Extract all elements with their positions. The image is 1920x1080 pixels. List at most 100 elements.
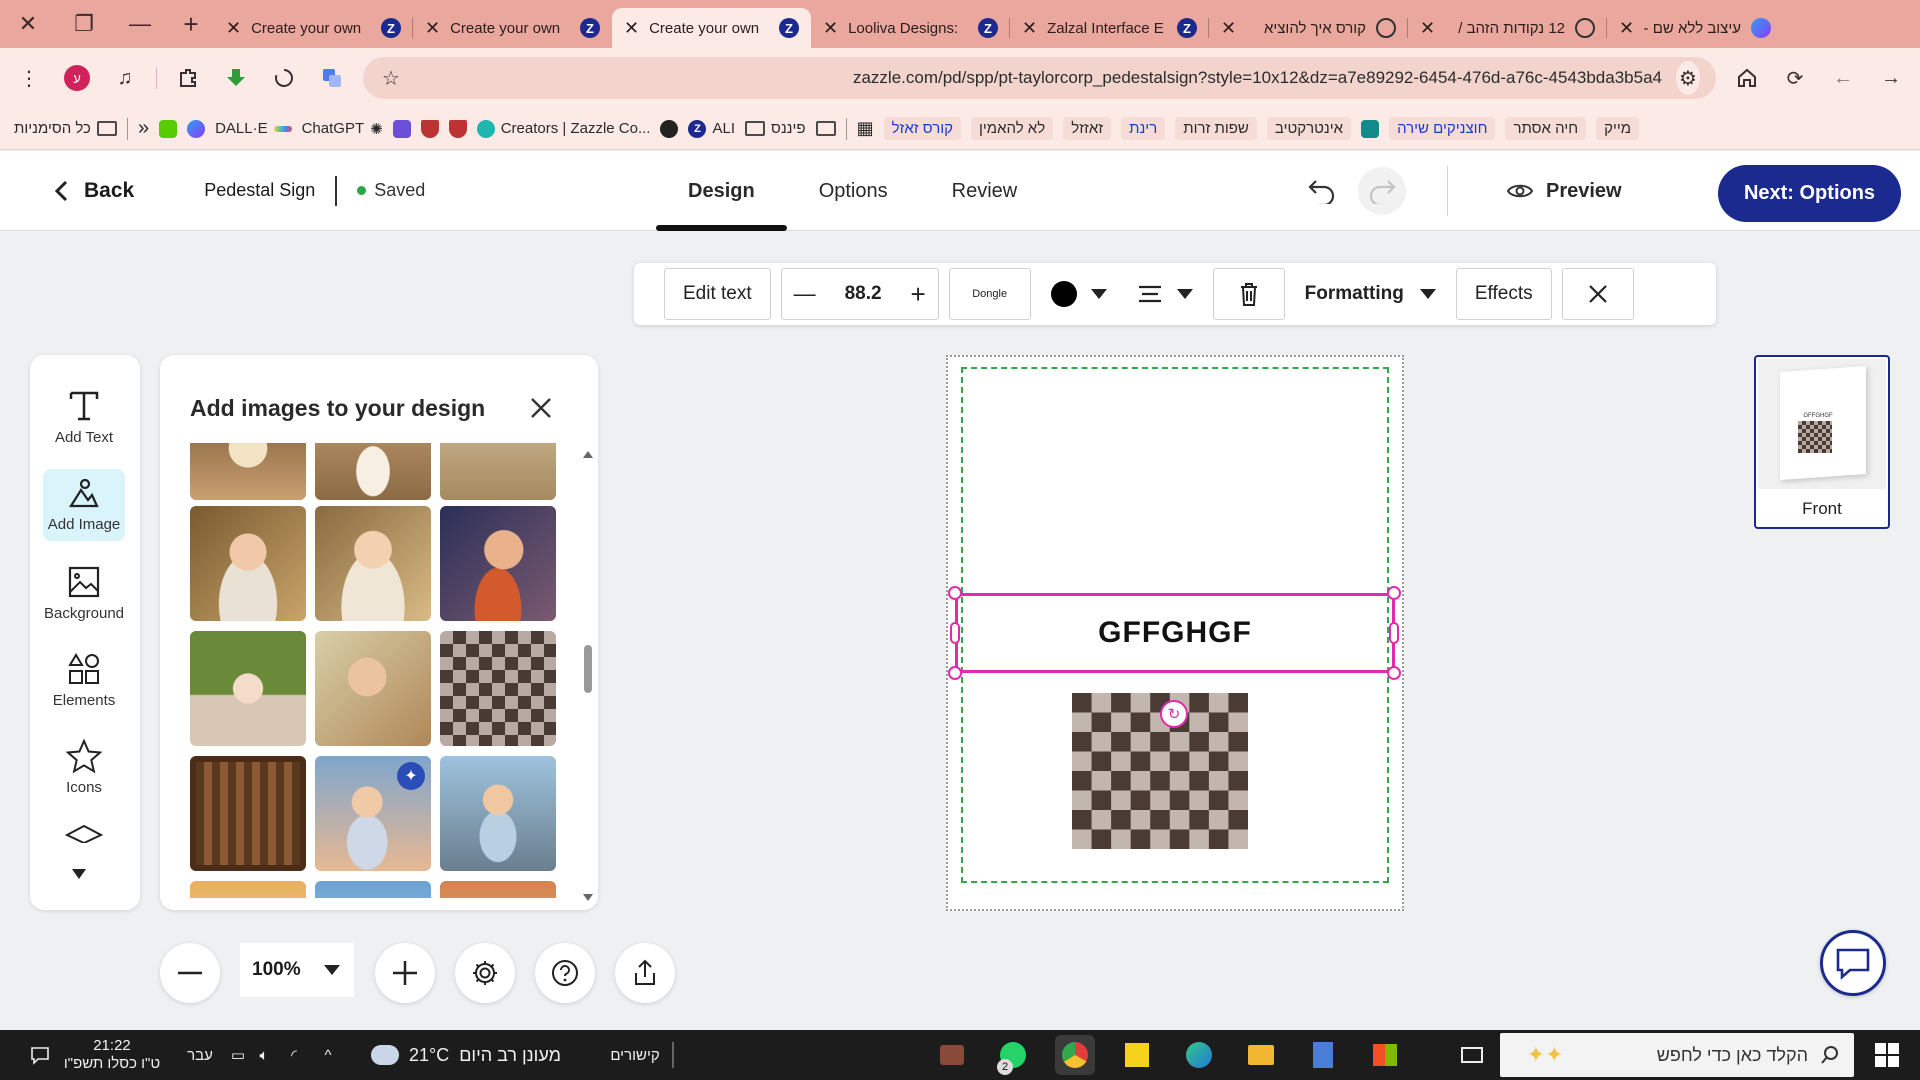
resize-handle[interactable] [948, 666, 962, 680]
settings-button[interactable] [455, 943, 515, 1003]
taskbar-app-sticky-notes[interactable] [1117, 1035, 1157, 1075]
layers-icon[interactable] [65, 823, 103, 843]
effects-button[interactable]: Effects [1455, 268, 1552, 320]
bookmark-finance-folder[interactable]: פיננס [745, 120, 806, 137]
close-icon[interactable] [530, 397, 552, 419]
image-thumbnail[interactable] [315, 443, 431, 500]
extensions-icon[interactable] [171, 61, 205, 95]
image-thumbnail[interactable] [440, 443, 556, 500]
browser-tab[interactable]: ✕ Create your own Z [214, 8, 413, 48]
battery-icon[interactable]: ▭ [226, 1030, 250, 1080]
bookmark-rinat[interactable]: רינת [1121, 117, 1166, 140]
media-control-icon[interactable]: ♫ [108, 61, 142, 95]
bookmark-teal[interactable] [1361, 119, 1380, 138]
bookmark-folder[interactable] [815, 121, 836, 136]
image-thumbnail[interactable] [190, 506, 306, 621]
bookmark-shield-1[interactable] [420, 119, 439, 138]
add-text-tool[interactable]: Add Text [43, 383, 125, 451]
window-close-icon[interactable]: ✕ [0, 0, 56, 48]
tab-close-icon[interactable]: ✕ [1022, 18, 1037, 39]
chevron-up-icon[interactable]: ^ [316, 1030, 340, 1080]
bookmark-creators[interactable]: Creators | Zazzle Co... [476, 119, 650, 138]
tab-close-icon[interactable]: ✕ [425, 18, 440, 39]
next-options-button[interactable]: Next: Options [1718, 165, 1901, 222]
delete-button[interactable] [1212, 268, 1285, 320]
download-icon[interactable] [219, 61, 253, 95]
bookmark-mike[interactable]: מייק [1596, 117, 1640, 140]
refresh-extension-icon[interactable] [267, 61, 301, 95]
redo-icon[interactable] [1358, 167, 1406, 215]
image-thumbnail[interactable] [315, 631, 431, 746]
tab-close-icon[interactable]: ✕ [1420, 18, 1435, 39]
weather-widget[interactable]: 21°C מעונן רב היום [366, 1030, 566, 1080]
resize-handle[interactable] [1387, 586, 1401, 600]
resize-handle[interactable] [948, 586, 962, 600]
selected-text-element[interactable]: GFFGHGF [955, 593, 1395, 673]
bookmark-canva[interactable] [187, 119, 206, 138]
scroll-up-icon[interactable] [582, 450, 594, 459]
formatting-button[interactable]: Formatting [1295, 268, 1446, 320]
browser-tab[interactable]: ✕ Zalzal Interface E Z [1010, 8, 1209, 48]
bookmark-course[interactable]: קורס זאזל [883, 117, 961, 140]
text-color-picker[interactable] [1041, 268, 1117, 320]
translate-icon[interactable] [315, 61, 349, 95]
bookmark-shira[interactable]: חוצניקים שירה [1389, 117, 1496, 140]
tab-close-icon[interactable]: ✕ [1619, 18, 1634, 39]
bookmark-chatgpt[interactable]: ChatGPT ✺ [302, 120, 383, 138]
bookmarks-overflow-icon[interactable]: » [138, 117, 149, 140]
language-indicator[interactable]: עבר [180, 1030, 220, 1080]
browser-tab[interactable]: ✕ 12 נקודות הזהב / [1408, 8, 1607, 48]
icons-tool[interactable]: Icons [43, 731, 125, 803]
share-button[interactable] [615, 943, 675, 1003]
image-thumbnail[interactable] [315, 506, 431, 621]
browser-tab[interactable]: ✕ עיצוב ללא שם - [1607, 8, 1783, 48]
background-tool[interactable]: Background [43, 557, 125, 629]
font-family-button[interactable]: Dongle [948, 268, 1031, 320]
image-thumbnail[interactable] [440, 756, 556, 871]
resize-handle[interactable] [1387, 666, 1401, 680]
home-icon[interactable] [1730, 61, 1764, 95]
apps-grid-icon[interactable]: ▦ [857, 118, 874, 139]
taskbar-app-chrome[interactable] [1055, 1035, 1095, 1075]
minus-icon[interactable]: — [794, 281, 816, 307]
resize-handle[interactable] [950, 622, 960, 644]
chevron-down-icon[interactable] [71, 868, 87, 880]
image-thumbnail[interactable] [440, 506, 556, 621]
bookmark-star-icon[interactable]: ☆ [379, 61, 403, 95]
browser-tab[interactable]: ✕ Looliva Designs: Z [811, 8, 1010, 48]
bookmark-globe[interactable] [660, 119, 679, 138]
taskbar-app-whatsapp[interactable]: 2 [993, 1035, 1033, 1075]
browser-menu-icon[interactable]: ⋮ [12, 61, 46, 95]
links-toolbar[interactable]: קישורים [600, 1030, 670, 1080]
tab-close-icon[interactable]: ✕ [823, 18, 838, 39]
window-restore-icon[interactable]: ❐ [56, 0, 112, 48]
front-view-thumbnail[interactable]: GFFGHGF Front [1754, 355, 1890, 529]
tab-close-icon[interactable]: ✕ [624, 18, 639, 39]
windows-start-icon[interactable] [1862, 1030, 1912, 1080]
bookmark-shield-2[interactable] [448, 119, 467, 138]
task-view-icon[interactable] [1452, 1035, 1492, 1075]
image-thumbnail[interactable] [440, 631, 556, 746]
image-thumbnail[interactable] [190, 443, 306, 500]
taskbar-app-edge[interactable] [1179, 1035, 1219, 1075]
new-tab-button[interactable]: + [168, 0, 214, 48]
clock[interactable]: 21:22 ט"ו כסלו תשפ"ו [62, 1030, 162, 1080]
back-arrow-icon[interactable]: ← [1826, 61, 1860, 95]
bookmark-interactive[interactable]: אינטרקטיב [1266, 117, 1352, 140]
back-button[interactable]: Back [54, 179, 134, 203]
resize-handle[interactable] [1389, 622, 1399, 644]
notifications-icon[interactable] [20, 1030, 60, 1080]
tab-options[interactable]: Options [787, 151, 920, 231]
chat-support-button[interactable] [1820, 930, 1886, 996]
rotate-handle-icon[interactable]: ↻ [1160, 700, 1188, 728]
browser-tab[interactable]: ✕ קורס איך להוציא [1209, 8, 1408, 48]
browser-tab[interactable]: ✕ Create your own Z [413, 8, 612, 48]
address-bar[interactable]: ☆ zazzle.com/pd/spp/pt-taylorcorp_pedest… [363, 57, 1716, 99]
profile-avatar[interactable]: ע [60, 61, 94, 95]
image-thumbnail[interactable]: ✦ [315, 756, 431, 871]
close-toolbar-button[interactable] [1561, 268, 1634, 320]
zoom-out-button[interactable] [160, 943, 220, 1003]
taskbar-app-calculator[interactable] [1303, 1035, 1343, 1075]
bookmark-dalle[interactable]: DALL·E [215, 120, 292, 137]
zoom-in-button[interactable] [375, 943, 435, 1003]
